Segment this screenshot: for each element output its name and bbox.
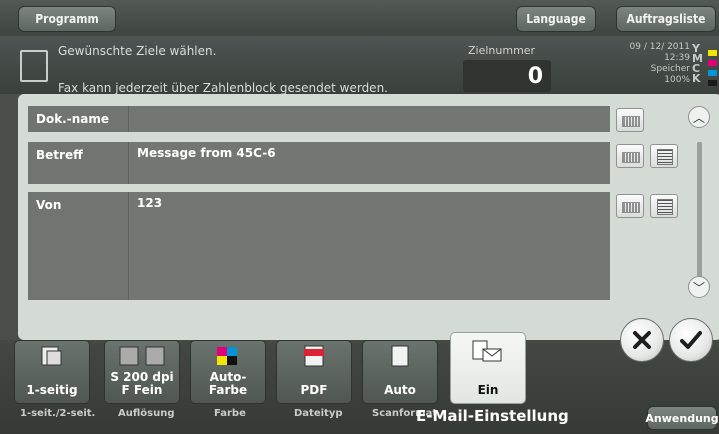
fax-document-icon (20, 50, 48, 82)
keyboard-icon[interactable] (616, 108, 644, 132)
page-icon (41, 346, 62, 366)
fax-hint-text: Fax kann jederzeit über Zahlenblock gese… (58, 81, 388, 95)
time-text: 12:39 (664, 53, 690, 63)
keyboard-icon[interactable] (616, 144, 644, 168)
scrollbar[interactable] (697, 142, 702, 282)
toner-k-label: K (692, 72, 701, 85)
field-row-document-name: Dok.-name (28, 106, 610, 132)
field-label: Betreff (28, 142, 128, 184)
color-button[interactable]: Auto-Farbe (190, 340, 266, 404)
bottom-function-bar: 1-seitig S 200 dpi F Fein Auto-Farbe PDF… (0, 332, 719, 434)
device-info: 09 / 12/ 2011 12:39 Speicher 100% (610, 42, 690, 86)
email-settings-button[interactable]: Ein (450, 332, 526, 404)
file-type-label: PDF (300, 383, 328, 397)
checkmark-icon (680, 331, 702, 349)
destination-count-box: 0 (463, 60, 551, 92)
field-row-subject: Betreff Message from 45C-6 (28, 142, 610, 184)
scroll-down-icon[interactable]: ﹀ (688, 276, 710, 298)
resolution-icon (119, 346, 165, 366)
scan-size-label: Auto (384, 383, 416, 397)
memory-value: 100% (664, 75, 690, 85)
job-list-button[interactable]: Auftragsliste (616, 6, 716, 32)
duplex-label: 1-seitig (26, 383, 78, 397)
toner-c-bar (708, 70, 717, 76)
document-name-field[interactable] (128, 106, 610, 132)
program-button[interactable]: Programm (18, 6, 116, 32)
destination-count-label: Zielnummer (468, 44, 536, 57)
toner-levels: Y M C K (692, 43, 703, 85)
date-text: 09 / 12/ 2011 (629, 42, 690, 52)
pdf-icon (304, 345, 324, 367)
field-row-from: Von 123 (28, 192, 610, 300)
duplex-caption: 1-seit./2-seit. (20, 408, 96, 419)
scroll-up-icon[interactable]: ︿ (688, 106, 710, 128)
from-field[interactable]: 123 (128, 192, 610, 300)
keyboard-icon[interactable] (616, 194, 644, 218)
resolution-button[interactable]: S 200 dpi F Fein (104, 340, 180, 404)
email-settings-dialog: Dok.-name Betreff Message from 45C-6 Von… (18, 94, 719, 340)
close-icon (633, 331, 651, 349)
status-header: Gewünschte Ziele wählen. Fax kann jederz… (0, 36, 719, 95)
list-icon[interactable] (650, 194, 678, 218)
page-icon (391, 345, 409, 367)
language-button[interactable]: Language (516, 6, 596, 32)
list-icon[interactable] (650, 144, 678, 168)
file-type-button[interactable]: PDF (276, 340, 352, 404)
email-settings-caption: E-Mail-Einstellung (416, 407, 569, 425)
field-label: Dok.-name (28, 106, 128, 132)
application-button[interactable]: Anwendung (645, 406, 719, 430)
resolution-caption: Auflösung (118, 408, 175, 419)
color-caption: Farbe (214, 408, 246, 419)
cancel-button[interactable] (620, 318, 664, 362)
top-bar: Programm Language Auftragsliste (0, 0, 719, 36)
resolution-label: S 200 dpi F Fein (110, 370, 174, 397)
ok-button[interactable] (669, 318, 713, 362)
email-settings-label: Ein (477, 383, 499, 397)
toner-m-bar (708, 60, 717, 66)
memory-label: Speicher (650, 64, 690, 74)
scan-size-button[interactable]: Auto (362, 340, 438, 404)
color-mode-icon (217, 347, 237, 365)
file-type-caption: Dateityp (294, 408, 343, 419)
subject-field[interactable]: Message from 45C-6 (128, 142, 610, 184)
toner-y-bar (708, 50, 717, 56)
field-label: Von (28, 192, 128, 300)
instruction-text: Gewünschte Ziele wählen. (58, 44, 217, 58)
email-icon (472, 340, 502, 362)
duplex-button[interactable]: 1-seitig (14, 340, 90, 404)
color-label: Auto-Farbe (208, 370, 248, 397)
toner-k-bar (708, 80, 717, 86)
destination-count-value: 0 (527, 64, 543, 89)
